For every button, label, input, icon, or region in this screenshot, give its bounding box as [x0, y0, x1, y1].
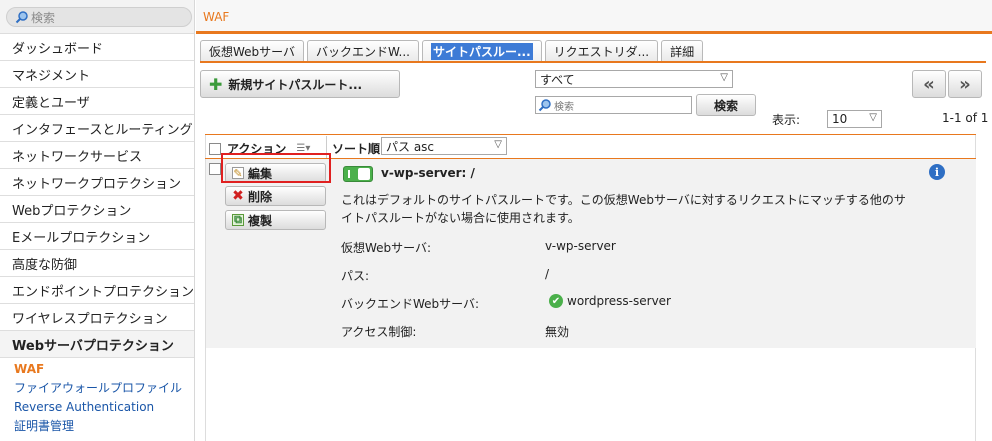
sidebar-item-interfaces-routing[interactable]: インタフェースとルーティング	[0, 115, 194, 142]
row-checkbox[interactable]	[209, 163, 221, 175]
sidebar-item-advanced-protection[interactable]: 高度な防御	[0, 250, 194, 277]
sidebar-item-email-protection[interactable]: Eメールプロテクション	[0, 223, 194, 250]
field-label-virtual-webserver: 仮想Webサーバ:	[341, 241, 432, 255]
tab-bar: 仮想Webサーバ バックエンドW... サイトパスルー... リクエストリダ..…	[200, 40, 706, 62]
pager-text: 1-1 of 1	[942, 111, 989, 125]
tab-backend-webservers[interactable]: バックエンドW...	[307, 40, 419, 62]
display-label: 表示:	[772, 113, 801, 127]
sort-select-value: パス asc	[386, 139, 435, 154]
sidebar-subnav: WAF ファイアウォールプロファイル Reverse Authenticatio…	[0, 358, 194, 436]
grid-search-input[interactable]: 検索	[535, 96, 692, 114]
route-description: これはデフォルトのサイトパスルートです。この仮想Webサーバに対するリクエストに…	[341, 193, 906, 225]
grid-top-border	[205, 134, 976, 135]
subnav-item-certificate-management[interactable]: 証明書管理	[14, 417, 194, 436]
sidebar-item-endpoint-protection[interactable]: エンドポイントプロテクション	[0, 277, 194, 304]
clone-button[interactable]: ⧉ 複製	[225, 210, 326, 230]
subnav-item-firewall-profiles[interactable]: ファイアウォールプロファイル	[14, 379, 194, 398]
edit-highlight-box	[221, 153, 331, 183]
clone-icon: ⧉	[232, 213, 244, 226]
sidebar-item-network-protection[interactable]: ネットワークプロテクション	[0, 169, 194, 196]
sidebar-item-wireless-protection[interactable]: ワイヤレスプロテクション	[0, 304, 194, 331]
tab-site-path-routing[interactable]: サイトパスルー...	[421, 40, 542, 62]
filter-select[interactable]: すべて ▽	[535, 70, 733, 88]
display-count-value: 10	[832, 112, 848, 126]
new-button-label: 新規サイトパスルート...	[228, 77, 363, 92]
new-site-path-route-button[interactable]: ✚ 新規サイトパスルート...	[200, 70, 400, 98]
field-value-access-control: 無効	[545, 325, 570, 339]
search-icon	[15, 11, 28, 24]
table-row: ✎ 編集 ✖ 削除 ⧉ 複製 v-wp-server: / i これはデフォルト…	[206, 153, 976, 348]
select-all-checkbox[interactable]	[209, 142, 221, 155]
sidebar-item-definitions-users[interactable]: 定義とユーザ	[0, 88, 194, 115]
info-icon[interactable]: i	[929, 164, 945, 180]
sidebar: 検索 ダッシュボード マネジメント 定義とユーザ インタフェースとルーティング …	[0, 0, 195, 441]
filter-select-value: すべて	[540, 72, 575, 87]
tab-advanced[interactable]: 詳細	[661, 40, 704, 62]
route-name: v-wp-server: /	[381, 166, 475, 180]
header-divider	[196, 31, 992, 34]
backend-webserver-name: wordpress-server	[567, 294, 671, 308]
field-label-access-control: アクセス制御:	[341, 325, 417, 339]
plus-icon: ✚	[209, 74, 223, 94]
sidebar-search-input[interactable]: 検索	[6, 7, 192, 27]
clone-button-label: 複製	[248, 213, 273, 228]
tab-divider	[200, 61, 986, 63]
grid-search-placeholder: 検索	[554, 101, 574, 113]
display-count-select[interactable]: 10 ▽	[827, 110, 882, 128]
field-value-virtual-webserver: v-wp-server	[545, 239, 616, 253]
status-toggle[interactable]	[343, 166, 373, 182]
search-icon	[538, 99, 551, 112]
chevron-down-icon: ▽	[720, 72, 728, 83]
sidebar-search-wrap: 検索	[0, 0, 194, 34]
field-value-path: /	[545, 267, 550, 281]
field-value-backend-webserver: ✔ wordpress-server	[549, 294, 671, 308]
delete-button[interactable]: ✖ 削除	[225, 186, 326, 206]
field-label-backend-webserver: バックエンドWebサーバ:	[341, 297, 480, 311]
delete-icon: ✖	[232, 188, 244, 204]
field-label-path: パス:	[341, 269, 370, 283]
chevron-down-icon: ▽	[869, 112, 877, 123]
page-header: WAF	[196, 0, 992, 34]
sort-select[interactable]: パス asc ▽	[381, 137, 507, 155]
tab-site-path-routing-label: サイトパスルー...	[430, 43, 533, 60]
sidebar-item-web-protection[interactable]: Webプロテクション	[0, 196, 194, 223]
sidebar-item-management[interactable]: マネジメント	[0, 61, 194, 88]
sidebar-search-placeholder: 検索	[31, 10, 56, 25]
tab-virtual-webservers[interactable]: 仮想Webサーバ	[200, 40, 305, 62]
subnav-item-waf[interactable]: WAF	[14, 360, 194, 379]
tab-request-redirect[interactable]: リクエストリダ...	[544, 40, 659, 62]
sidebar-item-network-services[interactable]: ネットワークサービス	[0, 142, 194, 169]
sidebar-item-dashboard[interactable]: ダッシュボード	[0, 34, 194, 61]
prev-page-button[interactable]: «	[912, 70, 946, 98]
sort-label: ソート順:	[332, 142, 385, 156]
delete-button-label: 削除	[248, 189, 273, 204]
search-button[interactable]: 検索	[696, 94, 756, 116]
sidebar-item-webserver-protection[interactable]: Webサーバプロテクション	[0, 331, 194, 358]
subnav-item-reverse-authentication[interactable]: Reverse Authentication	[14, 398, 194, 417]
chevron-down-icon: ▽	[494, 139, 502, 150]
next-page-button[interactable]: »	[948, 70, 982, 98]
page-title: WAF	[203, 10, 230, 24]
check-icon: ✔	[549, 294, 563, 308]
